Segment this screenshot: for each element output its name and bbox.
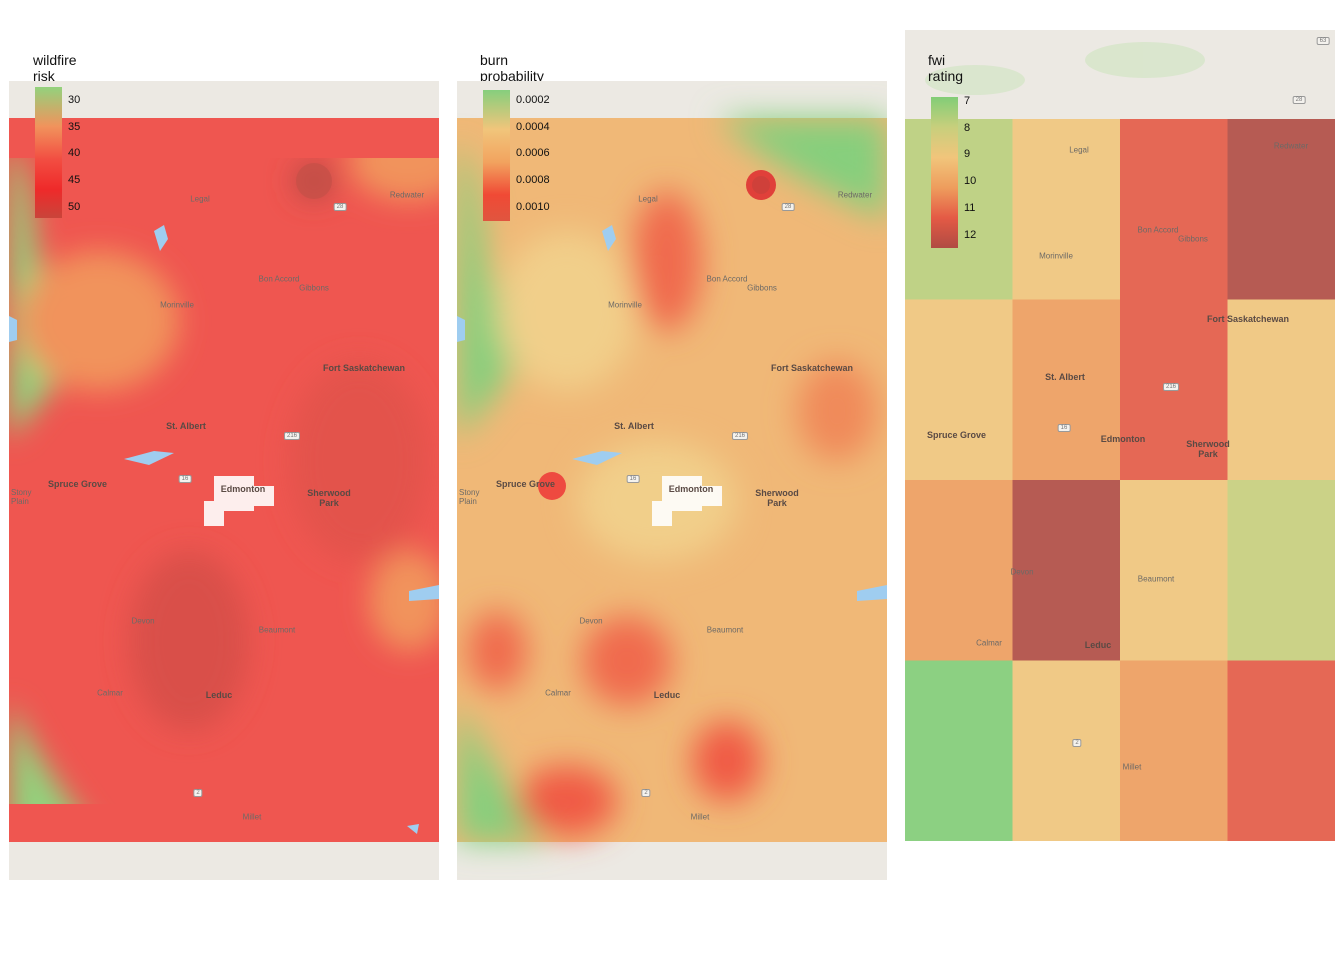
fwi-cell-r1-c0 bbox=[905, 299, 1013, 480]
highway-28-shield: 28 bbox=[1292, 96, 1306, 104]
highway-16-shield: 16 bbox=[626, 475, 640, 483]
town-legal: Legal bbox=[638, 194, 658, 204]
highway-16-shield: 16 bbox=[178, 475, 192, 483]
town-calmar: Calmar bbox=[97, 688, 123, 698]
panel-title-burn: burn probability bbox=[480, 52, 544, 84]
town-spruce-grove: Spruce Grove bbox=[48, 479, 108, 489]
town-redwater: Redwater bbox=[389, 190, 425, 200]
fwi-cell-r2-c3 bbox=[1227, 480, 1335, 661]
highway-63-shield: 63 bbox=[1316, 37, 1330, 45]
town-legal: Legal bbox=[190, 194, 210, 204]
fwi-cell-r2-c2 bbox=[1120, 480, 1228, 661]
legend-label: 0.0010 bbox=[516, 201, 550, 213]
town-st-albert: St. Albert bbox=[1045, 372, 1085, 382]
town-devon: Devon bbox=[131, 616, 155, 626]
town-gibbons: Gibbons bbox=[747, 283, 777, 293]
town-leduc: Leduc bbox=[653, 690, 681, 700]
legend-label: 0.0006 bbox=[516, 147, 550, 159]
town-beaumont: Beaumont bbox=[258, 625, 296, 635]
panel-title-fwi: fwi rating bbox=[928, 52, 964, 84]
legend-label: 10 bbox=[964, 175, 977, 187]
town-fort-saskatchewan: Fort Saskatchewan bbox=[1206, 314, 1290, 324]
town-millet: Millet bbox=[690, 812, 710, 822]
town-stony-plain: Stony Plain bbox=[459, 488, 480, 506]
legend-label: 11 bbox=[964, 202, 976, 214]
legend-label: 12 bbox=[964, 229, 977, 241]
town-bon-accord: Bon Accord bbox=[1137, 225, 1179, 235]
town-spruce-grove: Spruce Grove bbox=[496, 479, 556, 489]
highway-28-shield: 28 bbox=[781, 203, 795, 211]
town-gibbons: Gibbons bbox=[299, 283, 329, 293]
town-calmar: Calmar bbox=[976, 638, 1002, 648]
fwi-cell-r0-c2 bbox=[1120, 119, 1228, 300]
town-spruce-grove: Spruce Grove bbox=[927, 430, 987, 440]
town-fort-saskatchewan: Fort Saskatchewan bbox=[322, 363, 406, 373]
highway-216-shield: 216 bbox=[731, 432, 749, 440]
legend-colorbar-burn bbox=[483, 90, 510, 221]
town-calmar: Calmar bbox=[545, 688, 571, 698]
legend-label: 40 bbox=[68, 147, 81, 159]
town-fort-saskatchewan: Fort Saskatchewan bbox=[770, 363, 854, 373]
highway-2-shield: 2 bbox=[193, 789, 203, 797]
highway-216-shield: 216 bbox=[283, 432, 301, 440]
town-devon: Devon bbox=[579, 616, 603, 626]
town-bon-accord: Bon Accord bbox=[706, 274, 748, 284]
town-edmonton: Edmonton bbox=[668, 484, 714, 494]
fwi-cell-r3-c3 bbox=[1227, 660, 1335, 841]
town-redwater: Redwater bbox=[1273, 141, 1309, 151]
town-sherwood-park: Sherwood Park bbox=[755, 488, 799, 508]
legend-label: 45 bbox=[68, 174, 81, 186]
fwi-cell-r0-c0 bbox=[905, 119, 1013, 300]
legend-label: 50 bbox=[68, 201, 81, 213]
legend-label: 9 bbox=[964, 148, 971, 160]
fwi-cell-r2-c0 bbox=[905, 480, 1013, 661]
legend-label: 0.0008 bbox=[516, 174, 550, 186]
town-redwater: Redwater bbox=[837, 190, 873, 200]
highway-28-shield: 28 bbox=[333, 203, 347, 211]
highway-216-shield: 216 bbox=[1162, 383, 1180, 391]
town-stony-plain: Stony Plain bbox=[11, 488, 32, 506]
town-devon: Devon bbox=[1010, 567, 1034, 577]
highway-2-shield: 2 bbox=[641, 789, 651, 797]
town-st-albert: St. Albert bbox=[166, 421, 206, 431]
town-gibbons: Gibbons bbox=[1178, 234, 1208, 244]
legend-colorbar-wildfire bbox=[35, 87, 62, 218]
town-beaumont: Beaumont bbox=[1137, 574, 1175, 584]
town-leduc: Leduc bbox=[205, 690, 233, 700]
legend-label: 8 bbox=[964, 122, 971, 134]
town-leduc: Leduc bbox=[1084, 640, 1112, 650]
town-morinville: Morinville bbox=[1039, 251, 1073, 261]
legend-label: 0.0004 bbox=[516, 121, 550, 133]
fwi-cell-r3-c1 bbox=[1012, 660, 1120, 841]
town-sherwood-park: Sherwood Park bbox=[1186, 439, 1230, 459]
highway-16-shield: 16 bbox=[1057, 424, 1071, 432]
legend-label: 30 bbox=[68, 94, 81, 106]
fwi-cell-r0-c1 bbox=[1012, 119, 1120, 300]
highway-2-shield: 2 bbox=[1072, 739, 1082, 747]
town-beaumont: Beaumont bbox=[706, 625, 744, 635]
town-millet: Millet bbox=[242, 812, 262, 822]
town-morinville: Morinville bbox=[160, 300, 194, 310]
town-sherwood-park: Sherwood Park bbox=[307, 488, 351, 508]
town-morinville: Morinville bbox=[608, 300, 642, 310]
town-st-albert: St. Albert bbox=[614, 421, 654, 431]
fwi-cell-r1-c1 bbox=[1012, 299, 1120, 480]
town-legal: Legal bbox=[1069, 145, 1089, 155]
town-edmonton: Edmonton bbox=[1100, 434, 1146, 444]
legend-label: 0.0002 bbox=[516, 94, 550, 106]
legend-label: 7 bbox=[964, 95, 971, 107]
fwi-cell-r1-c3 bbox=[1227, 299, 1335, 480]
town-edmonton: Edmonton bbox=[220, 484, 266, 494]
legend-label: 35 bbox=[68, 121, 81, 133]
town-bon-accord: Bon Accord bbox=[258, 274, 300, 284]
fwi-cell-r3-c0 bbox=[905, 660, 1013, 841]
fwi-cell-r3-c2 bbox=[1120, 660, 1228, 841]
town-millet: Millet bbox=[1122, 762, 1142, 772]
legend-colorbar-fwi bbox=[931, 97, 958, 248]
